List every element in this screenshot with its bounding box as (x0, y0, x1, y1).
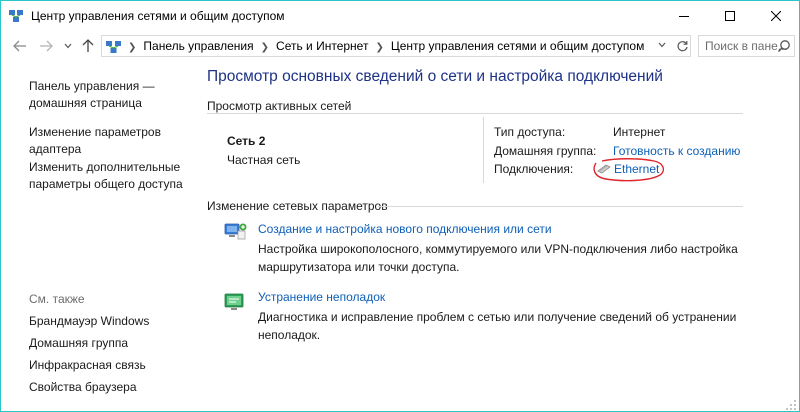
homegroup-label: Домашняя группа: (494, 144, 597, 158)
troubleshoot-description: Диагностика и исправление проблем с сеть… (258, 310, 737, 342)
main-content: Просмотр основных сведений о сети и наст… (201, 61, 797, 411)
sidebar-link-label: Изменить дополнительные (29, 160, 181, 174)
window-title: Центр управления сетями и общим доступом (31, 9, 285, 23)
see-also-infrared-link[interactable]: Инфракрасная связь (29, 357, 146, 374)
sidebar-link-label: Панель управления — (29, 79, 155, 93)
search-placeholder: Поиск в пане... (705, 39, 788, 53)
breadcrumb-item-control-panel[interactable]: Панель управления (143, 39, 253, 53)
annotation-circle (593, 158, 665, 182)
close-icon (771, 11, 781, 21)
breadcrumb-item-network-internet[interactable]: Сеть и Интернет (276, 39, 368, 53)
back-button[interactable] (11, 37, 29, 55)
search-icon (777, 40, 790, 53)
network-name: Сеть 2 (227, 134, 266, 148)
maximize-icon (725, 11, 735, 21)
sidebar-link-label: домашняя страница (29, 96, 142, 110)
new-connection-icon (224, 223, 247, 240)
close-button[interactable] (753, 1, 799, 31)
maximize-button[interactable] (707, 1, 753, 31)
network-divider (483, 117, 484, 183)
page-title: Просмотр основных сведений о сети и наст… (207, 68, 663, 85)
chevron-down-icon (658, 42, 666, 48)
forward-button[interactable] (37, 37, 55, 55)
section-divider (378, 206, 743, 207)
breadcrumb-separator-icon[interactable]: ❯ (261, 42, 269, 53)
sidebar-link-advanced-sharing[interactable]: Изменить дополнительные параметры общего… (29, 159, 183, 193)
see-also-heading: См. также (29, 292, 85, 306)
sidebar-link-label: параметры общего доступа (29, 177, 183, 191)
address-input[interactable]: ❯ Панель управления ❯ Сеть и Интернет ❯ Центр… (101, 35, 691, 57)
network-center-icon (9, 10, 23, 22)
address-bar: ❯ Панель управления ❯ Сеть и Интернет ❯ Центр… (1, 31, 799, 61)
setup-new-connection-description: Настройка широкополосного, коммутируемог… (258, 242, 738, 274)
breadcrumb-separator-icon[interactable]: ❯ (375, 42, 383, 53)
breadcrumb-item-network-center[interactable]: Центр управления сетями и общим доступом (391, 39, 645, 53)
refresh-icon (676, 40, 688, 51)
see-also-browser-properties-link[interactable]: Свойства браузера (29, 379, 137, 396)
setup-new-connection-link[interactable]: Создание и настройка нового подключения … (258, 222, 552, 236)
minimize-icon (679, 16, 689, 17)
sidebar-link-control-panel-home[interactable]: Панель управления — домашняя страница (29, 78, 155, 112)
connections-label: Подключения: (494, 162, 574, 176)
access-type-value: Интернет (613, 125, 666, 139)
arrow-up-icon (82, 39, 94, 52)
see-also-homegroup-link[interactable]: Домашняя группа (29, 335, 128, 352)
sidebar: Панель управления — домашняя страница Из… (1, 61, 201, 411)
sidebar-link-label: адаптера (29, 142, 82, 156)
change-settings-heading: Изменение сетевых параметров (207, 199, 388, 213)
arrow-left-icon (13, 40, 26, 52)
ethernet-connection-link[interactable]: Ethernet (593, 158, 665, 182)
minimize-button[interactable] (661, 1, 707, 31)
troubleshoot-icon (224, 293, 244, 310)
up-button[interactable] (79, 37, 97, 55)
control-panel-icon (106, 41, 121, 53)
access-type-label: Тип доступа: (494, 125, 566, 139)
address-history-button[interactable] (658, 40, 666, 50)
resize-grip-icon[interactable] (785, 399, 797, 411)
network-category: Частная сеть (227, 153, 301, 167)
section-divider (207, 113, 743, 114)
refresh-button[interactable] (674, 37, 690, 55)
window: Центр управления сетями и общим доступом (0, 0, 800, 412)
active-networks-heading: Просмотр активных сетей (207, 99, 352, 113)
breadcrumb: ❯ Панель управления ❯ Сеть и Интернет ❯ Центр… (128, 39, 644, 53)
arrow-right-icon (40, 40, 53, 52)
breadcrumb-separator-icon[interactable]: ❯ (128, 42, 136, 53)
see-also-firewall-link[interactable]: Брандмауэр Windows (29, 313, 149, 330)
chevron-down-icon (64, 43, 72, 49)
sidebar-link-change-adapter-settings[interactable]: Изменение параметров адаптера (29, 124, 161, 158)
search-input[interactable]: Поиск в пане... (698, 35, 795, 57)
sidebar-link-label: Изменение параметров (29, 125, 161, 139)
title-bar[interactable]: Центр управления сетями и общим доступом (1, 1, 799, 31)
recent-locations-button[interactable] (59, 37, 77, 55)
troubleshoot-link[interactable]: Устранение неполадок (258, 290, 385, 304)
